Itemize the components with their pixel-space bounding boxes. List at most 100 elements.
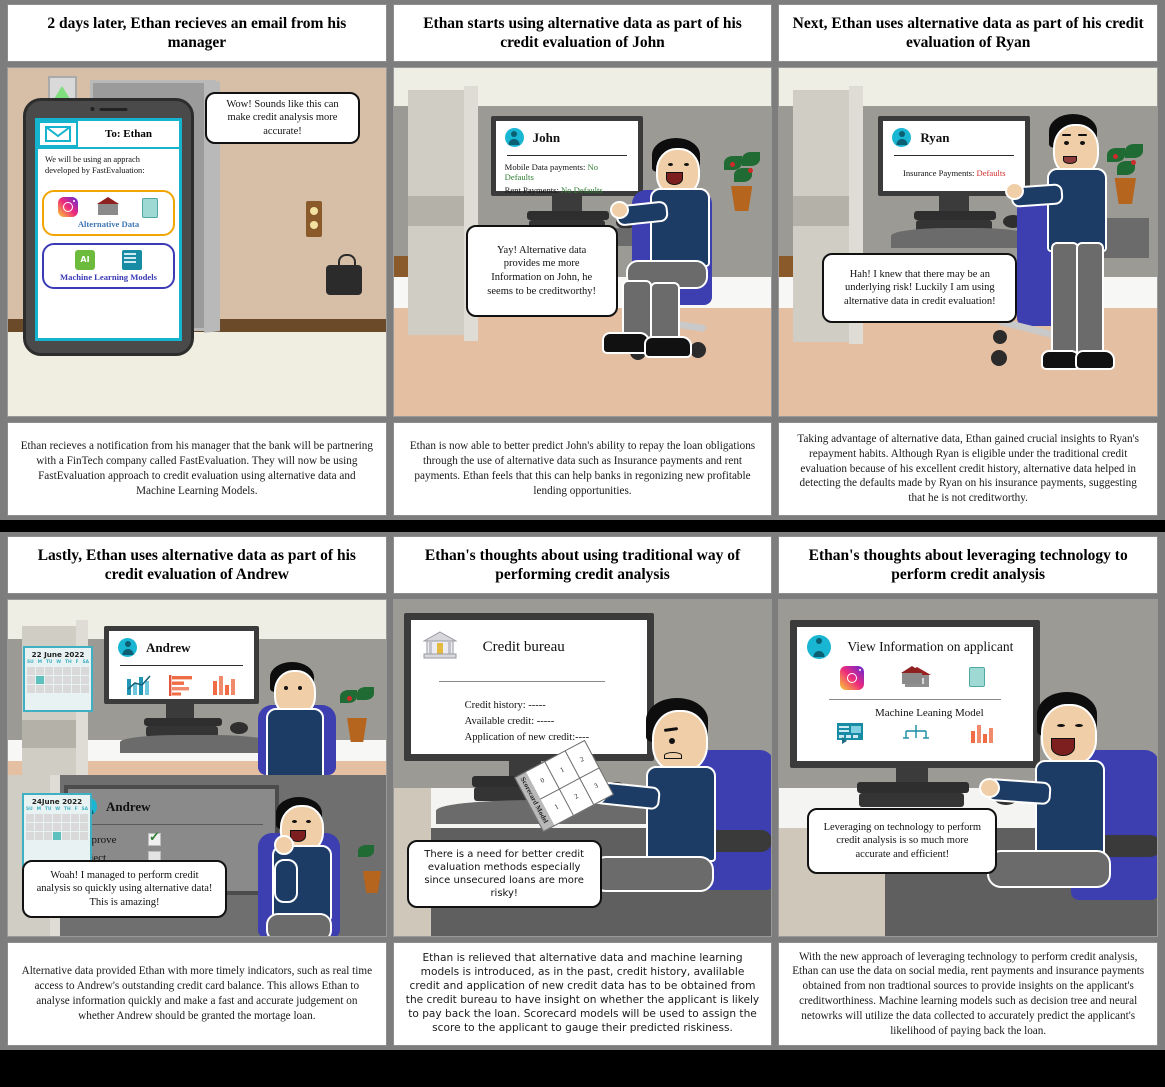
screen-title: View Information on applicant	[847, 639, 1014, 654]
panel-3-caption: Taking advantage of alternative data, Et…	[778, 422, 1159, 516]
applicant-name: Ryan	[920, 129, 950, 145]
keyboard[interactable]	[859, 793, 965, 807]
speaker-grille	[99, 107, 127, 111]
eye	[292, 820, 297, 823]
applicant-row: Insurance Payments: Defaults	[892, 168, 1016, 178]
panel-2-title: Ethan starts using alternative data as p…	[392, 4, 773, 62]
envelope-icon	[38, 121, 78, 147]
calendar-selected-day	[53, 832, 61, 840]
torso	[649, 188, 710, 267]
shoe	[643, 336, 692, 358]
panel-6-scene: View Information on applicant Machine Le…	[778, 599, 1159, 937]
divider	[120, 665, 243, 666]
applicant-header: Andrew	[118, 638, 245, 657]
dow: M	[37, 660, 42, 665]
panel-3-title: Next, Ethan uses alternative data as par…	[778, 4, 1159, 62]
panel-4-bubble-text: Woah! I managed to perform credit analys…	[36, 869, 213, 908]
desk-edge	[891, 228, 1032, 248]
dow: TH	[65, 660, 72, 665]
andrew-dashboard-screen: Andrew	[109, 631, 254, 699]
leg	[1051, 242, 1080, 362]
storyboard-row-2: Lastly, Ethan uses alternative data as p…	[0, 532, 1165, 1050]
section-title: Machine Leaning Model	[874, 707, 984, 719]
plant-berry	[747, 168, 753, 173]
panel-6-caption: With the new approach of leveraging tech…	[778, 942, 1159, 1046]
cubicle-band	[407, 196, 470, 226]
applicant-name: John	[532, 129, 561, 145]
panel-4-top-scene: 22 June 2022 SU M TU W TH F SA Andrew	[8, 600, 386, 775]
approve-row[interactable]: Approve ✓	[78, 829, 265, 846]
credit-line: Application of new credit:----	[464, 731, 590, 743]
leg	[1076, 242, 1105, 362]
panel-1-scene: Wow! Sounds like this can make credit an…	[7, 67, 387, 417]
torso	[266, 708, 324, 775]
elevator-button-down[interactable]	[310, 221, 318, 229]
credit-line: Available credit: -----	[464, 715, 555, 727]
screen-header: View Information on applicant	[807, 635, 1023, 659]
instagram-icon	[58, 196, 79, 217]
applicant-header: John	[504, 128, 629, 147]
dashboard-icons	[118, 673, 245, 697]
monitor-top: Andrew	[104, 626, 259, 704]
mouth	[663, 752, 682, 759]
torso	[1047, 168, 1108, 252]
camera-icon	[90, 107, 94, 111]
arm	[274, 859, 298, 903]
briefcase	[326, 265, 362, 295]
instagram-icon	[840, 666, 865, 690]
approve-checkbox[interactable]: ✓	[148, 829, 161, 846]
email-app: To: Ethan We will be using an apprach de…	[35, 118, 182, 341]
mouth	[665, 172, 683, 185]
panel-5-scene: Credit bureau Credit history: ----- Avai…	[392, 599, 773, 937]
leg	[987, 850, 1112, 888]
panel-1-title: 2 days later, Ethan recieves an email fr…	[7, 4, 387, 62]
dow: W	[55, 807, 61, 812]
panel-4-bottom-scene: Andrew Approve ✓ Reject 24June 2022 SU M…	[8, 775, 386, 936]
elevator-button-up[interactable]	[310, 207, 318, 215]
divider	[438, 681, 605, 682]
applicant-name: Andrew	[106, 798, 151, 814]
house-icon	[901, 666, 932, 690]
monitor-stand	[896, 768, 929, 782]
credit-bureau-title: Credit bureau	[482, 639, 565, 655]
email-body: We will be using an apprach developed by…	[45, 155, 145, 175]
user-avatar-icon	[118, 638, 137, 657]
email-header: To: Ethan	[38, 121, 179, 149]
ml-dashboard-icon	[122, 249, 142, 270]
panel-6-title: Ethan's thoughts about leveraging techno…	[778, 536, 1159, 594]
user-avatar-icon	[807, 635, 832, 659]
tablet-device[interactable]: To: Ethan We will be using an apprach de…	[23, 98, 194, 356]
leg	[266, 913, 332, 936]
credit-bureau-screen: Credit bureau Credit history: ----- Avai…	[410, 620, 647, 754]
mouse[interactable]	[230, 722, 248, 734]
bank-icon	[421, 630, 458, 665]
divider	[80, 824, 263, 825]
applicant-row: Rent Payments: No Defaults	[505, 185, 629, 195]
source-icons	[807, 666, 1023, 690]
alternative-data-card[interactable]: Alternative Data	[42, 189, 175, 236]
shin	[649, 282, 680, 344]
line-chart-icon	[126, 673, 152, 697]
ml-models-card[interactable]: AI Machine Learning Models	[42, 242, 175, 289]
shoe	[601, 332, 650, 354]
panel-2-bubble-text: Yay! Alternative data provides me more I…	[487, 244, 597, 297]
eye	[298, 686, 302, 690]
dow: TU	[44, 807, 52, 812]
panel-5-speech-bubble: There is a need for better credit evalua…	[406, 840, 602, 908]
plant-berry	[347, 696, 352, 701]
credit-line: Credit history: -----	[464, 700, 546, 711]
credit-bureau-header: Credit bureau	[421, 630, 635, 665]
panel-1-bubble-text: Wow! Sounds like this can make credit an…	[226, 98, 339, 137]
torso	[1035, 760, 1106, 856]
calendar-bottom-grid	[24, 812, 90, 842]
monitor-base	[914, 211, 997, 220]
model-icons	[807, 722, 1023, 749]
ml-dashboard-icon	[836, 722, 864, 749]
dow: SU	[25, 807, 33, 812]
dow: W	[56, 660, 62, 665]
panel-4-title: Lastly, Ethan uses alternative data as p…	[7, 536, 387, 594]
panel-2-speech-bubble: Yay! Alternative data provides me more I…	[465, 225, 618, 317]
head	[651, 710, 708, 772]
torso	[645, 766, 716, 862]
panel-4-scene: 22 June 2022 SU M TU W TH F SA Andrew An…	[7, 599, 387, 937]
